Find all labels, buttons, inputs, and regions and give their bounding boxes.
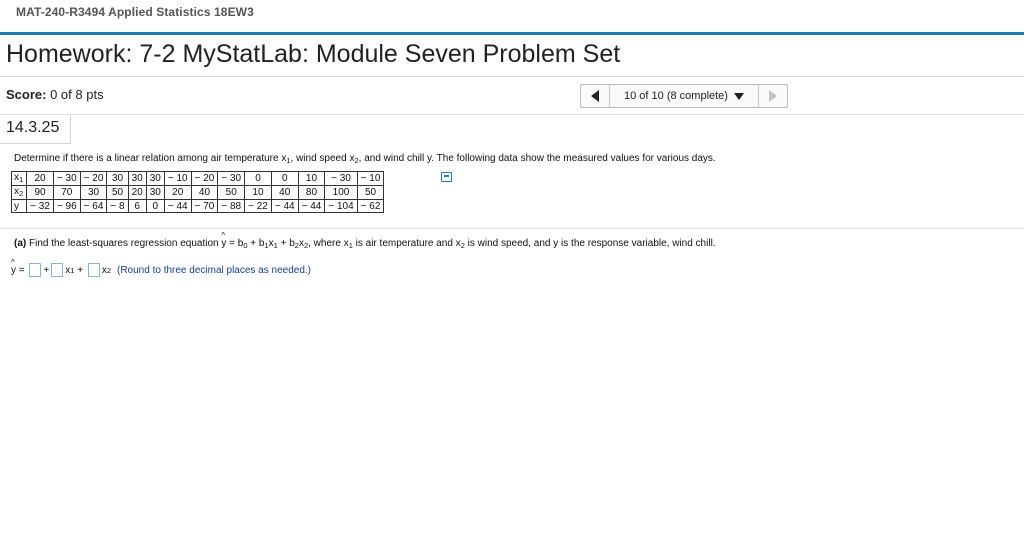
table-cell: 10 — [297, 171, 326, 186]
table-cell: − 64 — [79, 199, 108, 213]
table-cell: − 8 — [106, 199, 129, 213]
score-value: 0 of 8 pts — [50, 87, 104, 102]
eq-text: + b — [277, 238, 295, 249]
b1-answer-input[interactable] — [51, 263, 64, 277]
b2-answer-input[interactable] — [87, 263, 100, 277]
table-cell: − 22 — [244, 199, 272, 213]
table-cell: 30 — [145, 185, 165, 200]
table-cell: 50 — [217, 185, 246, 200]
question-status-text: 10 of 10 (8 complete) — [624, 90, 728, 102]
table-cell: 30 — [127, 171, 147, 186]
arrow-right-icon — [769, 90, 777, 102]
table-cell: 20 — [26, 171, 54, 186]
row-label: y — [10, 199, 28, 213]
divider — [0, 76, 1024, 77]
table-cell: 30 — [106, 171, 129, 186]
table-cell: 40 — [270, 185, 299, 200]
table-cell: 10 — [244, 185, 272, 200]
table-cell: 30 — [145, 171, 165, 186]
table-cell: 70 — [52, 185, 81, 200]
divider — [0, 114, 1024, 115]
table-cell: − 32 — [26, 199, 54, 213]
rounding-note: (Round to three decimal places as needed… — [117, 264, 312, 276]
table-cell: − 104 — [324, 199, 358, 213]
b0-answer-input[interactable] — [29, 263, 42, 277]
accent-rule — [0, 32, 1024, 35]
problem-prompt: Determine if there is a linear relation … — [14, 153, 716, 165]
eq-text: + b — [247, 238, 265, 249]
eq-text: = b — [226, 238, 244, 249]
previous-question-button[interactable] — [581, 85, 610, 107]
answer-text: + — [74, 264, 86, 276]
table-cell: 50 — [356, 185, 385, 200]
table-cell: 30 — [79, 185, 108, 200]
answer-text: + — [43, 264, 50, 276]
score-label: Score: — [6, 87, 47, 102]
arrow-left-icon — [591, 90, 599, 102]
table-cell: − 62 — [356, 199, 385, 213]
data-table: x1 20− 30− 20 30 30 30− 10− 20− 30 0 0 10− 30− … — [10, 171, 385, 213]
table-cell: − 10 — [356, 171, 385, 186]
part-a-question: (a) Find the least-squares regression eq… — [14, 231, 716, 250]
table-cell: − 20 — [79, 171, 108, 186]
table-cell: − 30 — [52, 171, 81, 186]
table-cell: 6 — [127, 199, 147, 213]
part-a-text: is wind speed, and y is the response var… — [464, 238, 716, 249]
answer-subscript: 2 — [106, 265, 111, 275]
table-cell: 20 — [127, 185, 147, 200]
homework-title: Homework: 7-2 MyStatLab: Module Seven Pr… — [6, 40, 621, 68]
table-cell: 40 — [190, 185, 219, 200]
copy-data-icon[interactable] — [441, 172, 452, 182]
part-a-text: is air temperature and x — [352, 238, 461, 249]
score: Score: 0 of 8 pts — [6, 87, 104, 102]
y-hat: y — [221, 231, 226, 249]
y-hat: y — [11, 258, 16, 276]
question-status-dropdown[interactable]: 10 of 10 (8 complete) — [610, 85, 759, 107]
table-cell: − 70 — [190, 199, 219, 213]
table-cell: − 88 — [217, 199, 246, 213]
table-cell: 50 — [106, 185, 129, 200]
next-question-button[interactable] — [759, 85, 787, 107]
table-cell: 20 — [163, 185, 192, 200]
table-cell: 0 — [270, 171, 299, 186]
table-cell: − 44 — [297, 199, 326, 213]
part-a-text: Find the least-squares regression equati… — [26, 238, 222, 249]
table-row: x2 90 70 30 50 20 30 20 40 50 10 40 80 100 50 — [10, 185, 385, 200]
prompt-text: Determine if there is a linear relation … — [14, 153, 287, 164]
table-cell: 80 — [297, 185, 326, 200]
table-cell: − 96 — [52, 199, 81, 213]
part-a-label: (a) — [14, 238, 27, 249]
course-bar: MAT-240-R3494 Applied Statistics 18EW3 — [0, 0, 1024, 32]
prompt-text: , wind speed x — [290, 153, 355, 164]
table-cell: 100 — [324, 185, 358, 200]
table-cell: − 30 — [324, 171, 358, 186]
prompt-text: , and wind chill y. The following data s… — [358, 153, 716, 164]
table-cell: 0 — [145, 199, 165, 213]
question-navigator: 10 of 10 (8 complete) — [580, 84, 788, 108]
answer-equation: y = + x1 + x2 (Round to three decimal pl… — [11, 258, 312, 277]
table-cell: 0 — [244, 171, 272, 186]
table-cell: − 44 — [163, 199, 192, 213]
row-label: x1 — [10, 171, 28, 186]
table-row: x1 20− 30− 20 30 30 30− 10− 20− 30 0 0 10− 30− … — [10, 171, 385, 186]
divider — [0, 228, 1024, 229]
table-cell: 90 — [26, 185, 54, 200]
table-row: y − 32− 96− 64− 8 6 0− 44− 70− 88− 22− 44− … — [10, 199, 385, 213]
row-label: x2 — [10, 185, 28, 200]
caret-down-icon — [733, 92, 744, 100]
table-cell: − 30 — [217, 171, 246, 186]
course-title: MAT-240-R3494 Applied Statistics 18EW3 — [16, 5, 254, 19]
table-cell: − 44 — [270, 199, 299, 213]
problem-id: 14.3.25 — [6, 119, 60, 136]
table-cell: − 20 — [190, 171, 219, 186]
answer-text: = — [16, 264, 28, 276]
part-a-text: , where x — [308, 238, 349, 249]
table-cell: − 10 — [163, 171, 192, 186]
